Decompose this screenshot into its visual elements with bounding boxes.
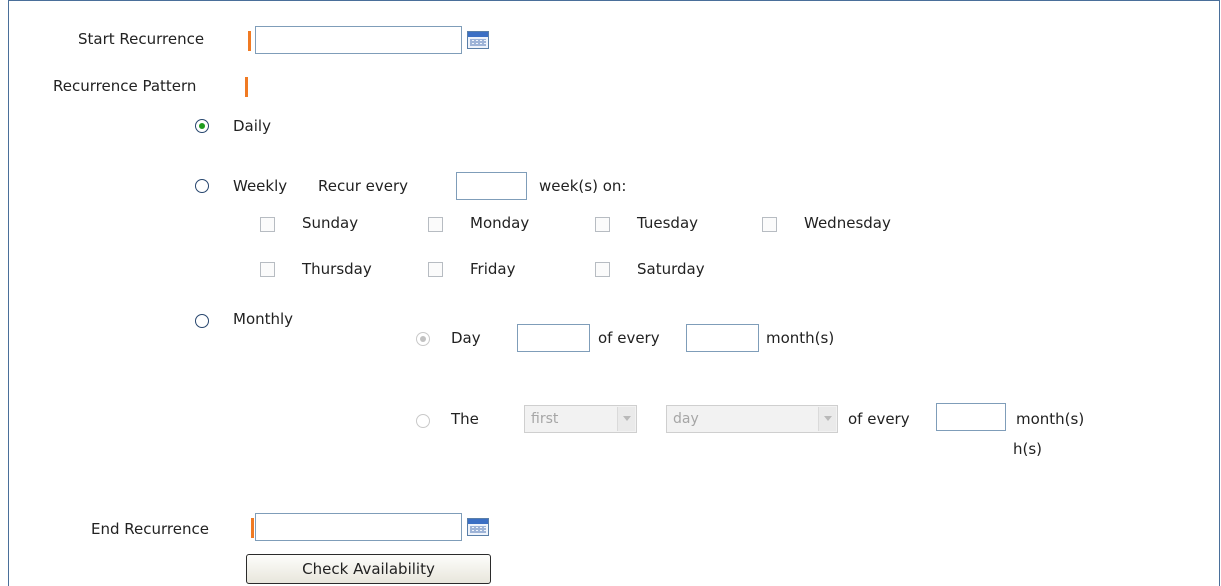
- recur-every-label: Recur every: [318, 177, 409, 195]
- tuesday-checkbox[interactable]: [595, 217, 610, 232]
- saturday-checkbox[interactable]: [595, 262, 610, 277]
- months-overflow-text: h(s): [1013, 440, 1043, 458]
- wednesday-checkbox[interactable]: [762, 217, 777, 232]
- ordinal-select-value: first: [531, 411, 559, 427]
- weekday-select[interactable]: day: [666, 405, 838, 433]
- of-every-label: of every: [598, 329, 660, 347]
- months-label: month(s): [766, 329, 835, 347]
- weekday-select-value: day: [673, 411, 699, 427]
- tuesday-label: Tuesday: [637, 214, 699, 232]
- weeks-interval-input[interactable]: [456, 172, 527, 200]
- friday-label: Friday: [470, 260, 516, 278]
- thursday-label: Thursday: [302, 260, 372, 278]
- months-label: month(s): [1016, 410, 1085, 428]
- of-every-label: of every: [848, 410, 910, 428]
- required-marker: [245, 77, 248, 97]
- thursday-checkbox[interactable]: [260, 262, 275, 277]
- daily-radio[interactable]: [195, 119, 209, 133]
- monthly-radio[interactable]: [195, 314, 209, 328]
- required-marker: [248, 31, 251, 51]
- weekly-label: Weekly: [233, 177, 288, 195]
- wednesday-label: Wednesday: [804, 214, 891, 232]
- monthly-day-input[interactable]: [517, 324, 590, 352]
- monday-label: Monday: [470, 214, 530, 232]
- weekly-radio[interactable]: [195, 179, 209, 193]
- monthly-day-months-input[interactable]: [686, 324, 759, 352]
- weeks-on-label: week(s) on:: [539, 177, 627, 195]
- start-recurrence-input[interactable]: [255, 26, 462, 54]
- start-recurrence-label: Start Recurrence: [78, 30, 205, 48]
- end-recurrence-label: End Recurrence: [91, 520, 209, 538]
- required-marker: [251, 518, 254, 538]
- monthly-day-label: Day: [451, 329, 481, 347]
- calendar-icon[interactable]: [467, 31, 489, 49]
- check-availability-button[interactable]: Check Availability: [246, 554, 491, 584]
- sunday-label: Sunday: [302, 214, 359, 232]
- recurrence-pattern-label: Recurrence Pattern: [53, 77, 197, 95]
- monthly-the-radio[interactable]: [416, 414, 430, 428]
- chevron-down-icon: [617, 407, 635, 431]
- monday-checkbox[interactable]: [428, 217, 443, 232]
- chevron-down-icon: [818, 407, 836, 431]
- monthly-day-radio[interactable]: [416, 332, 430, 346]
- sunday-checkbox[interactable]: [260, 217, 275, 232]
- daily-label: Daily: [233, 117, 271, 135]
- monthly-label: Monthly: [233, 310, 294, 328]
- monthly-the-months-input[interactable]: [936, 403, 1006, 431]
- end-recurrence-input[interactable]: [255, 513, 462, 541]
- ordinal-select[interactable]: first: [524, 405, 637, 433]
- friday-checkbox[interactable]: [428, 262, 443, 277]
- monthly-the-label: The: [451, 410, 479, 428]
- saturday-label: Saturday: [637, 260, 705, 278]
- calendar-icon[interactable]: [467, 518, 489, 536]
